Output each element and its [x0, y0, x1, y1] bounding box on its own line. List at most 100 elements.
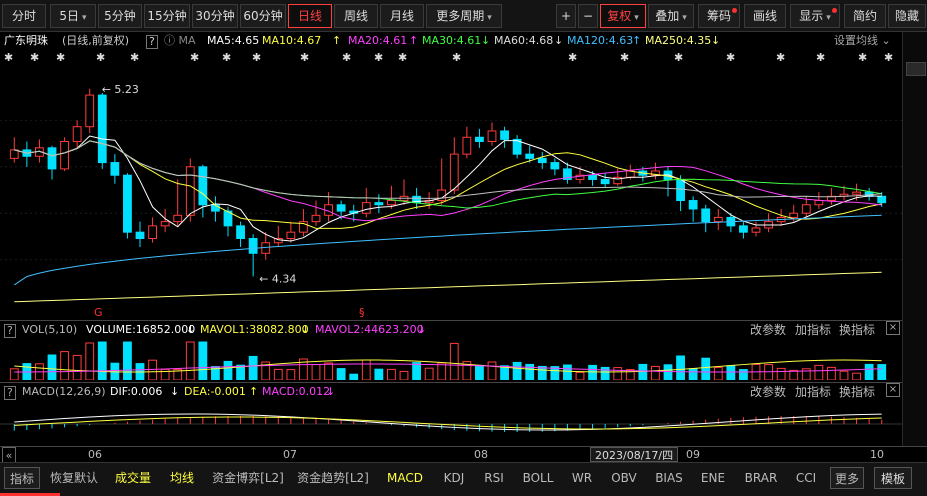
volume-bar — [839, 370, 849, 380]
candle-body — [475, 136, 484, 142]
volume-bar — [713, 366, 723, 380]
help-icon[interactable]: ? — [4, 324, 16, 338]
draw-line-button[interactable]: 画线 — [744, 4, 786, 28]
signal-star-icon: ✱ — [884, 51, 894, 64]
candle-body — [525, 153, 535, 159]
period-tab-5min[interactable]: 5分钟 — [98, 4, 142, 28]
volume-bar — [273, 368, 283, 380]
volume-chart[interactable] — [0, 338, 902, 380]
macd-title: MACD(12,26,9) — [22, 385, 106, 398]
volume-bar — [97, 341, 107, 380]
more-indicators-button[interactable]: 更多 — [830, 467, 864, 489]
macd-add-indicator-button[interactable]: 加指标 — [795, 383, 831, 401]
vol-add-indicator-button[interactable]: 加指标 — [795, 321, 831, 339]
volume-bar — [148, 359, 157, 380]
restore-default-tab[interactable]: 恢复默认 — [46, 467, 102, 489]
vol-change-params-button[interactable]: 改参数 — [750, 321, 786, 339]
bias-tab[interactable]: BIAS — [650, 467, 688, 489]
zoom-out-button[interactable]: − — [578, 4, 598, 28]
candle-body — [688, 200, 698, 210]
period-tab-30min[interactable]: 30分钟 — [192, 4, 238, 28]
volume-bar — [185, 341, 195, 380]
signal-star-icon: ✱ — [190, 51, 200, 64]
template-button[interactable]: 模板 — [874, 467, 912, 489]
dif-line — [14, 413, 882, 431]
macd-change-params-button[interactable]: 改参数 — [750, 383, 786, 401]
help-icon[interactable]: ? — [146, 35, 158, 49]
signal-star-icon: ✱ — [252, 51, 262, 64]
brar-tab[interactable]: BRAR — [740, 467, 782, 489]
candle-body — [500, 130, 509, 140]
candle-body — [198, 166, 208, 206]
ma30-value: MA30:4.61 — [422, 34, 482, 47]
candle-body — [487, 130, 497, 142]
candle-body — [160, 221, 170, 227]
volume-bar — [852, 372, 861, 380]
stock-name: 广东明珠 — [4, 34, 48, 47]
ma-info-bar: 广东明珠 (日线,前复权) ? ⓘ MA MA5:4.65 MA10:4.67 … — [0, 32, 902, 50]
candle-body — [148, 225, 157, 240]
help-icon[interactable]: ? — [4, 386, 16, 400]
rsi-tab[interactable]: RSI — [478, 467, 510, 489]
chips-button[interactable]: 筹码 — [698, 4, 740, 28]
volume-bar — [651, 365, 660, 380]
notification-dot-icon — [832, 8, 837, 13]
candle-body — [713, 216, 723, 223]
period-tab-intraday[interactable]: 分时 — [2, 4, 46, 28]
volume-bar — [72, 354, 82, 380]
axis-toggle-button[interactable] — [906, 62, 926, 76]
volume-bar — [361, 359, 371, 380]
ma-tab[interactable]: 均线 — [164, 467, 200, 489]
ma20-arrow-icon: ↑ — [409, 34, 419, 47]
vol-close-icon[interactable]: × — [886, 321, 900, 335]
fund-trend-tab[interactable]: 资金趋势[L2] — [294, 467, 372, 489]
macd-close-icon[interactable]: × — [886, 383, 900, 397]
overlay-button[interactable]: 叠加 ▾ — [648, 4, 694, 28]
hide-button[interactable]: 隐藏 — [888, 4, 926, 28]
signal-star-icon: ✱ — [674, 51, 684, 64]
macd-chart[interactable] — [0, 400, 902, 446]
volume-bar — [324, 362, 333, 380]
volume-tab[interactable]: 成交量 — [110, 467, 156, 489]
volume-bar — [487, 361, 497, 380]
ma250-line — [14, 271, 882, 303]
signal-star-icon: ✱ — [56, 51, 66, 64]
simple-mode-button[interactable]: 简约 — [844, 4, 886, 28]
period-tab-60min[interactable]: 60分钟 — [240, 4, 286, 28]
vol-switch-indicator-button[interactable]: 换指标 — [839, 321, 875, 339]
period-tab-daily[interactable]: 日线 — [288, 4, 332, 28]
adjust-label: 复权 — [607, 9, 632, 23]
obv-tab[interactable]: OBV — [606, 467, 642, 489]
macd-switch-indicator-button[interactable]: 换指标 — [839, 383, 875, 401]
candle-body — [814, 200, 824, 206]
boll-tab[interactable]: BOLL — [518, 467, 558, 489]
period-tab-monthly[interactable]: 月线 — [380, 4, 424, 28]
wr-tab[interactable]: WR — [566, 467, 598, 489]
ma-settings-button[interactable]: 设置均线 ⌄ — [834, 32, 891, 50]
display-button[interactable]: 显示 ▾ — [790, 4, 840, 28]
period-tab-15min[interactable]: 15分钟 — [144, 4, 190, 28]
candlestick-chart[interactable]: ← 5.23 ← 4.34 G § — [0, 66, 902, 320]
candle-body — [110, 162, 120, 176]
indicator-menu-button[interactable]: 指标 — [4, 467, 40, 489]
volume-bar — [449, 342, 459, 380]
kdj-tab[interactable]: KDJ — [436, 467, 472, 489]
signal-star-icon: ✱ — [776, 51, 786, 64]
volume-bar — [60, 351, 69, 380]
macd-tab[interactable]: MACD — [382, 467, 428, 489]
candle-body — [625, 170, 635, 178]
adjust-button[interactable]: 复权 ▾ — [600, 4, 646, 28]
cci-tab[interactable]: CCI — [790, 467, 822, 489]
period-5day-label: 5日 — [59, 9, 80, 23]
fund-game-tab[interactable]: 资金博弈[L2] — [210, 467, 286, 489]
period-tab-weekly[interactable]: 周线 — [334, 4, 378, 28]
ma120-arrow-icon: ↑ — [632, 34, 642, 47]
candle-body — [336, 204, 346, 212]
price-axis-panel — [902, 32, 927, 446]
zoom-in-button[interactable]: + — [556, 4, 576, 28]
candle-body — [462, 136, 472, 155]
macd-dif: DIF:0.006 — [110, 385, 163, 398]
ene-tab[interactable]: ENE — [696, 467, 730, 489]
period-tab-more[interactable]: 更多周期 ▾ — [426, 4, 502, 28]
period-tab-5day[interactable]: 5日 ▾ — [50, 4, 96, 28]
